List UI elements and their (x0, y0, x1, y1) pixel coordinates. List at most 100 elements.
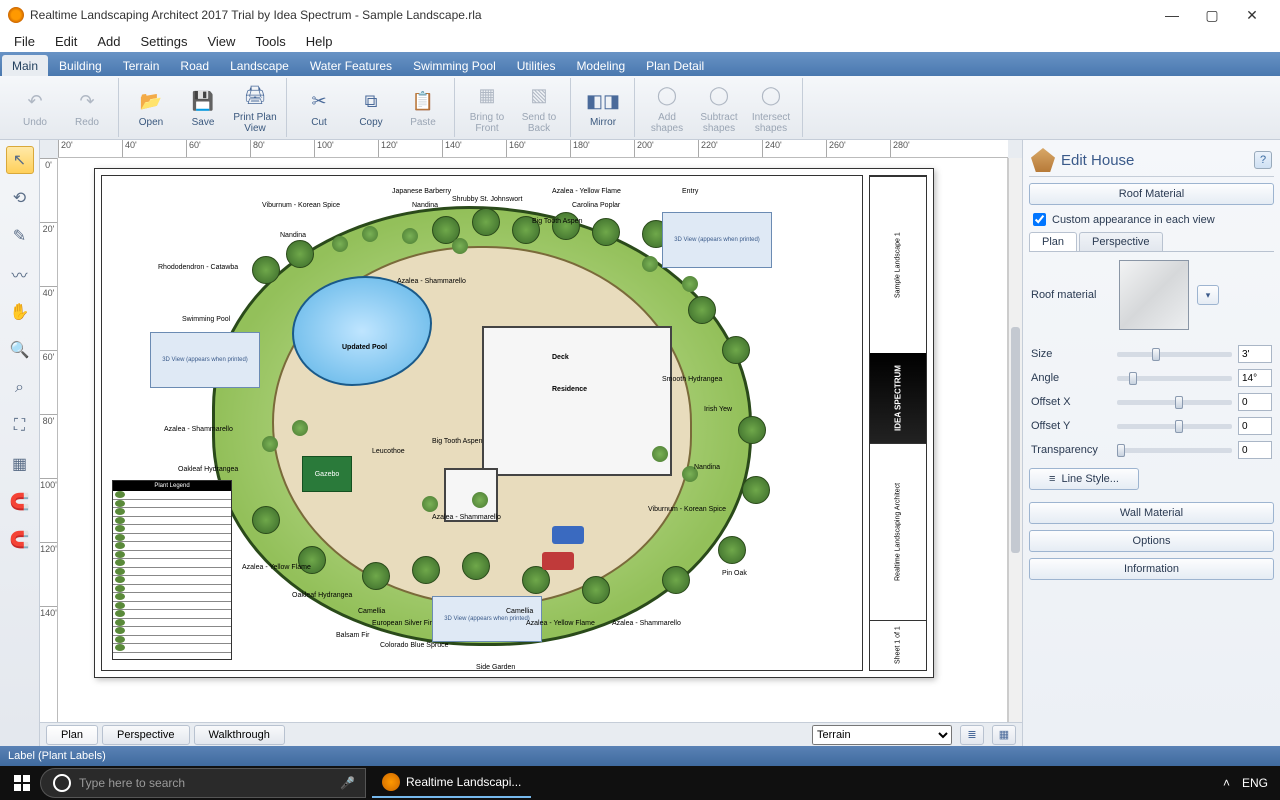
tree[interactable] (582, 576, 610, 604)
prop-offset-x-value[interactable] (1238, 393, 1272, 411)
plant-label[interactable]: Azalea - Shammarello (612, 620, 681, 627)
shrub[interactable] (682, 276, 698, 292)
plant-label[interactable]: Big Tooth Aspen (432, 438, 482, 445)
plant-label[interactable]: Smooth Hydrangea (662, 376, 722, 383)
curve-tool[interactable]: 〰 (6, 260, 34, 288)
tab-water-features[interactable]: Water Features (300, 55, 402, 76)
tree[interactable] (722, 336, 750, 364)
plant-label[interactable]: Carolina Poplar (572, 202, 620, 209)
menu-add[interactable]: Add (87, 32, 130, 51)
menu-settings[interactable]: Settings (131, 32, 198, 51)
plant-label[interactable]: Viburnum - Korean Spice (262, 202, 340, 209)
material-swatch[interactable] (1119, 260, 1189, 330)
tree[interactable] (592, 218, 620, 246)
information-button[interactable]: Information (1029, 558, 1274, 580)
menu-help[interactable]: Help (296, 32, 343, 51)
options-button[interactable]: Options (1029, 530, 1274, 552)
canvas[interactable]: Gazebo 3D View (appears when printed)3D … (58, 158, 1008, 722)
plant-label[interactable]: Updated Pool (342, 344, 387, 351)
tree[interactable] (252, 506, 280, 534)
snap-angle-tool[interactable]: 🧲 (6, 526, 34, 554)
tree[interactable] (362, 562, 390, 590)
tab-landscape[interactable]: Landscape (220, 55, 299, 76)
plant-label[interactable]: Big Tooth Aspen (532, 218, 582, 225)
prop-transparency-value[interactable] (1238, 441, 1272, 459)
plant-label[interactable]: Azalea - Shammarello (164, 426, 233, 433)
plant-label[interactable]: Residence (552, 386, 587, 393)
plant-label[interactable]: Oakleaf Hydrangea (178, 466, 238, 473)
tree[interactable] (472, 208, 500, 236)
ribbon-mirror[interactable]: ◧◨Mirror (578, 79, 628, 137)
subtab-perspective[interactable]: Perspective (1079, 232, 1162, 251)
prop-offset-x-slider[interactable] (1117, 400, 1232, 405)
grid-icon[interactable]: ▦ (992, 725, 1016, 745)
view-tab-perspective[interactable]: Perspective (102, 725, 189, 745)
plant-label[interactable]: Side Garden (476, 664, 515, 671)
plant-label[interactable]: Swimming Pool (182, 316, 230, 323)
prop-size-value[interactable] (1238, 345, 1272, 363)
custom-appearance-checkbox[interactable]: Custom appearance in each view (1029, 211, 1274, 228)
tree[interactable] (412, 556, 440, 584)
plant-label[interactable]: Azalea - Shammarello (432, 514, 501, 521)
tree[interactable] (252, 256, 280, 284)
ribbon-cut[interactable]: ✂Cut (294, 79, 344, 137)
view-tab-walkthrough[interactable]: Walkthrough (194, 725, 285, 745)
plant-label[interactable]: Irish Yew (704, 406, 732, 413)
tray-caret[interactable]: ˄ (1223, 776, 1230, 790)
plant-label[interactable]: Nandina (280, 232, 306, 239)
plant-label[interactable]: Camellia (358, 608, 385, 615)
plant-label[interactable]: Nandina (412, 202, 438, 209)
shrub[interactable] (452, 238, 468, 254)
layer-select[interactable]: Terrain (812, 725, 952, 745)
plant-label[interactable]: Oakleaf Hydrangea (292, 592, 352, 599)
ribbon-open[interactable]: 📂Open (126, 79, 176, 137)
plant-label[interactable]: Camellia (506, 608, 533, 615)
tree[interactable] (688, 296, 716, 324)
shrub[interactable] (262, 436, 278, 452)
tree[interactable] (738, 416, 766, 444)
tab-road[interactable]: Road (170, 55, 219, 76)
select-tool[interactable]: ↖ (6, 146, 34, 174)
roof-material-button[interactable]: Roof Material (1029, 183, 1274, 205)
car[interactable] (542, 552, 574, 570)
pan-tool[interactable]: ✋ (6, 298, 34, 326)
plant-label[interactable]: Leucothoe (372, 448, 405, 455)
prop-transparency-slider[interactable] (1117, 448, 1232, 453)
tree[interactable] (552, 212, 580, 240)
house-shape[interactable] (482, 326, 672, 476)
tree[interactable] (462, 552, 490, 580)
shrub[interactable] (422, 496, 438, 512)
tab-terrain[interactable]: Terrain (113, 55, 170, 76)
ribbon-print-plan-view[interactable]: 🖨Print PlanView (230, 79, 280, 137)
shrub[interactable] (652, 446, 668, 462)
gazebo[interactable]: Gazebo (302, 456, 352, 492)
3d-view-placeholder[interactable]: 3D View (appears when printed) (150, 332, 260, 388)
plant-label[interactable]: Japanese Barberry (392, 188, 451, 195)
plant-label[interactable]: Azalea - Yellow Flame (552, 188, 621, 195)
tree[interactable] (662, 566, 690, 594)
plant-label[interactable]: Azalea - Shammarello (397, 278, 466, 285)
plant-label[interactable]: Rhododendron - Catawba (158, 264, 238, 271)
snap-tool[interactable]: 🧲 (6, 488, 34, 516)
close-button[interactable]: ✕ (1232, 0, 1272, 30)
prop-size-slider[interactable] (1117, 352, 1232, 357)
tab-utilities[interactable]: Utilities (507, 55, 566, 76)
help-button[interactable]: ? (1254, 151, 1272, 169)
shrub[interactable] (402, 228, 418, 244)
menu-tools[interactable]: Tools (245, 32, 295, 51)
zoom-selection-tool[interactable]: ⌕ (6, 374, 34, 402)
tree[interactable] (286, 240, 314, 268)
zoom-tool[interactable]: 🔍 (6, 336, 34, 364)
menu-view[interactable]: View (197, 32, 245, 51)
menu-file[interactable]: File (4, 32, 45, 51)
tree[interactable] (742, 476, 770, 504)
shrub[interactable] (362, 226, 378, 242)
tab-main[interactable]: Main (2, 55, 48, 76)
taskbar-search[interactable]: Type here to search (40, 768, 330, 798)
prop-angle-slider[interactable] (1117, 376, 1232, 381)
layers-icon[interactable]: ≣ (960, 725, 984, 745)
minimize-button[interactable]: — (1152, 0, 1192, 30)
plant-label[interactable]: Pin Oak (722, 570, 747, 577)
shrub[interactable] (332, 236, 348, 252)
shrub[interactable] (642, 256, 658, 272)
